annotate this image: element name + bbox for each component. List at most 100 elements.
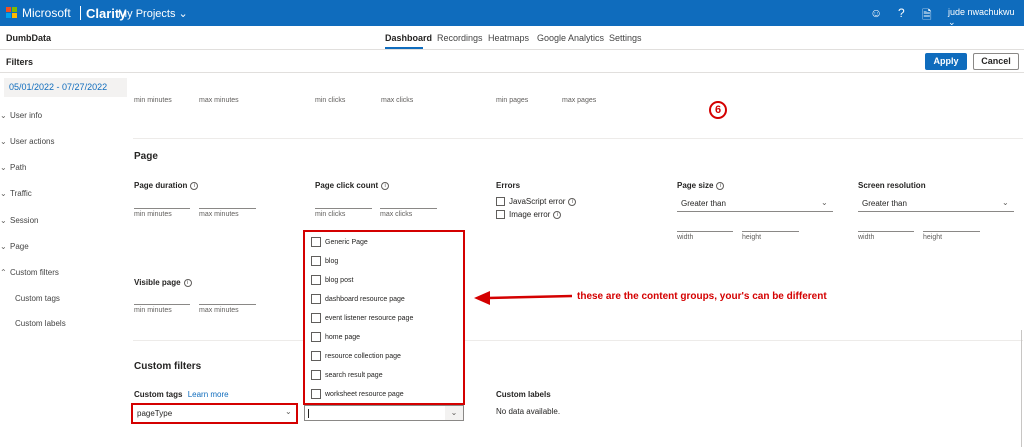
visible-page-min-field[interactable]: min minutes bbox=[134, 304, 190, 314]
max-minutes-field[interactable]: max minutes bbox=[199, 97, 239, 104]
tab-heatmaps[interactable]: Heatmaps bbox=[488, 33, 529, 43]
content-group-option[interactable]: blog post bbox=[311, 275, 353, 285]
chevron-up-icon: ⌃ bbox=[0, 268, 7, 277]
chevron-down-icon: ⌄ bbox=[0, 216, 7, 225]
page-size-width-field[interactable]: width bbox=[677, 231, 733, 241]
cancel-button[interactable]: Cancel bbox=[973, 53, 1019, 70]
checkbox-icon bbox=[311, 351, 321, 361]
sidebar-item-custom-tags[interactable]: Custom tags bbox=[15, 294, 60, 303]
sidebar-item-custom-filters[interactable]: ⌃ Custom filters bbox=[0, 268, 59, 277]
content-group-option[interactable]: event listener resource page bbox=[311, 313, 413, 323]
app-brand[interactable]: Microsoft bbox=[22, 6, 71, 20]
checkbox-icon bbox=[311, 256, 321, 266]
custom-filters-title: Custom filters bbox=[134, 361, 202, 372]
smiley-icon[interactable]: ☺ bbox=[870, 6, 882, 20]
sidebar-item-traffic[interactable]: ⌄ Traffic bbox=[0, 189, 32, 198]
microsoft-logo-icon bbox=[6, 7, 18, 19]
visible-page-max-field[interactable]: max minutes bbox=[199, 304, 256, 314]
page-duration-max-field[interactable]: max minutes bbox=[199, 208, 256, 218]
apply-button[interactable]: Apply bbox=[925, 53, 967, 70]
info-icon[interactable]: i bbox=[183, 278, 192, 287]
option-label: blog post bbox=[325, 276, 354, 284]
page-duration-min-field[interactable]: min minutes bbox=[134, 208, 190, 218]
click-count-min-field[interactable]: min clicks bbox=[315, 208, 372, 218]
min-minutes-field[interactable]: min minutes bbox=[134, 97, 172, 104]
custom-tags-text: Custom tags bbox=[134, 390, 183, 399]
sidebar-item-custom-labels[interactable]: Custom labels bbox=[15, 319, 66, 328]
page-size-label: Page size i bbox=[677, 181, 725, 190]
screen-resolution-operator-select[interactable]: Greater than bbox=[862, 199, 907, 208]
content-group-option[interactable]: dashboard resource page bbox=[311, 294, 405, 304]
filters-title: Filters bbox=[6, 57, 34, 67]
checkbox-icon bbox=[311, 294, 321, 304]
sidebar-item-label: User actions bbox=[10, 137, 55, 146]
javascript-error-checkbox[interactable]: JavaScript error i bbox=[496, 197, 577, 207]
text-cursor bbox=[308, 409, 309, 418]
resolution-height-field[interactable]: height bbox=[923, 231, 980, 241]
sidebar-item-user-info[interactable]: ⌄ User info bbox=[0, 111, 42, 120]
content-group-option[interactable]: blog bbox=[311, 256, 338, 266]
annotation-text: these are the content groups, your's can… bbox=[577, 291, 827, 302]
tab-settings[interactable]: Settings bbox=[609, 33, 642, 43]
custom-tag-value-select[interactable]: ⌄ bbox=[304, 405, 464, 421]
page-size-operator-select[interactable]: Greater than bbox=[681, 199, 726, 208]
content-group-option[interactable]: search result page bbox=[311, 370, 383, 380]
sidebar-item-path[interactable]: ⌄ Path bbox=[0, 163, 26, 172]
option-label: home page bbox=[325, 333, 361, 341]
checkbox-icon bbox=[311, 332, 321, 342]
custom-tags-label: Custom tags Learn more bbox=[134, 390, 229, 399]
chevron-down-icon[interactable]: ⌄ bbox=[445, 406, 463, 420]
sidebar-item-session[interactable]: ⌄ Session bbox=[0, 216, 38, 225]
document-icon[interactable]: 🗎 bbox=[922, 6, 932, 27]
page-click-count-text: Page click count bbox=[315, 181, 379, 190]
screen-resolution-label: Screen resolution bbox=[858, 181, 926, 190]
resolution-width-field[interactable]: width bbox=[858, 231, 914, 241]
max-pages-field[interactable]: max pages bbox=[562, 97, 596, 104]
brand-separator bbox=[80, 6, 81, 20]
info-icon[interactable]: i bbox=[190, 181, 199, 190]
content-group-option[interactable]: worksheet resource page bbox=[311, 389, 404, 399]
select-underline bbox=[858, 211, 1014, 212]
content-group-option[interactable]: home page bbox=[311, 332, 360, 342]
info-icon[interactable]: i bbox=[716, 181, 725, 190]
chevron-down-icon[interactable]: ⌄ bbox=[285, 407, 292, 416]
min-pages-field[interactable]: min pages bbox=[496, 97, 528, 104]
max-clicks-field[interactable]: max clicks bbox=[381, 97, 413, 104]
sidebar-item-page[interactable]: ⌄ Page bbox=[0, 242, 29, 251]
chevron-down-icon: ⌄ bbox=[0, 242, 7, 251]
content-group-option[interactable]: resource collection page bbox=[311, 351, 401, 361]
image-error-checkbox[interactable]: Image error i bbox=[496, 210, 562, 220]
info-icon[interactable]: i bbox=[553, 210, 562, 219]
min-clicks-field[interactable]: min clicks bbox=[315, 97, 345, 104]
info-icon[interactable]: i bbox=[568, 197, 577, 206]
user-menu[interactable]: jude nwachukwu ⌄ bbox=[948, 7, 1024, 28]
help-icon[interactable]: ? bbox=[898, 6, 905, 20]
chevron-down-icon[interactable]: ⌄ bbox=[1002, 198, 1009, 207]
checkbox-label: Image error bbox=[509, 210, 551, 219]
date-range-button[interactable]: 05/01/2022 - 07/27/2022 bbox=[4, 78, 127, 97]
no-data-message: No data available. bbox=[496, 407, 561, 416]
scrollbar-track[interactable] bbox=[1021, 330, 1022, 447]
chevron-down-icon: ⌄ bbox=[0, 111, 7, 120]
learn-more-link[interactable]: Learn more bbox=[188, 390, 229, 399]
chevron-down-icon[interactable]: ⌄ bbox=[821, 198, 828, 207]
sidebar-item-label: Page bbox=[10, 242, 29, 251]
tab-recordings[interactable]: Recordings bbox=[437, 33, 483, 43]
tab-google-analytics[interactable]: Google Analytics bbox=[537, 33, 604, 43]
my-projects-menu[interactable]: My Projects ⌄ bbox=[118, 7, 188, 20]
page-size-height-field[interactable]: height bbox=[742, 231, 799, 241]
checkbox-icon bbox=[311, 389, 321, 399]
sidebar-item-label: Traffic bbox=[10, 189, 32, 198]
chevron-down-icon: ⌄ bbox=[178, 8, 188, 20]
click-count-max-field[interactable]: max clicks bbox=[380, 208, 437, 218]
info-icon[interactable]: i bbox=[381, 181, 390, 190]
sidebar-item-user-actions[interactable]: ⌄ User actions bbox=[0, 137, 54, 146]
option-label: blog bbox=[325, 257, 339, 265]
page-duration-text: Page duration bbox=[134, 181, 188, 190]
content-group-option[interactable]: Generic Page bbox=[311, 237, 368, 247]
option-label: dashboard resource page bbox=[325, 295, 405, 303]
checkbox-icon bbox=[496, 210, 505, 220]
checkbox-icon bbox=[496, 197, 505, 207]
page-duration-label: Page duration i bbox=[134, 181, 199, 190]
tab-dashboard[interactable]: Dashboard bbox=[385, 33, 432, 43]
